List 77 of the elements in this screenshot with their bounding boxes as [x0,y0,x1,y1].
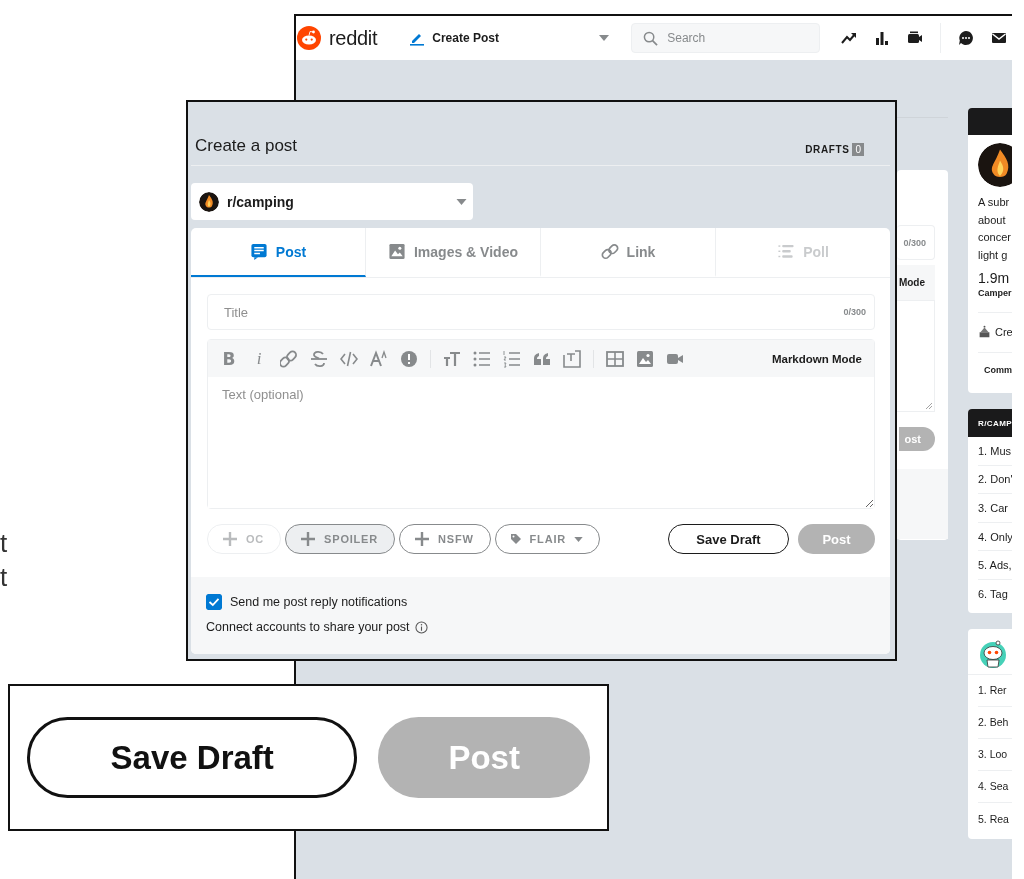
rule-item[interactable]: 2. Don' [978,465,1012,495]
link-icon [600,242,619,261]
rule-item[interactable]: 3. Loo [978,738,1012,771]
description-text: concer [978,230,1012,245]
mascot-icon [978,638,1008,669]
trending-icon[interactable] [841,30,858,46]
markdown-mode-toggle[interactable]: Mode [898,277,925,288]
caret-icon [599,35,610,41]
tag-icon [509,533,522,545]
video-icon[interactable] [907,30,924,46]
logo-text[interactable]: reddit [329,26,378,50]
link-icon[interactable] [280,349,298,368]
markdown-mode-toggle[interactable]: Markdown Mode [771,352,862,365]
mail-icon[interactable] [991,30,1008,46]
code-icon[interactable] [340,349,358,368]
checkbox-label: Send me post reply notifications [230,595,408,609]
info-icon[interactable] [414,620,428,634]
heading-icon[interactable] [443,349,461,368]
save-draft-button[interactable]: Save Draft [27,717,358,798]
campfire-icon [199,191,219,212]
member-label: Camper [978,288,1012,298]
character-counter: 0/300 [903,237,926,248]
drafts-count: 0 [852,143,864,156]
campfire-icon [978,143,1012,187]
logo-icon[interactable] [297,26,321,50]
image-icon[interactable] [636,349,654,368]
caret-icon [456,198,467,205]
rule-item[interactable]: 2. Beh [978,706,1012,739]
table-icon[interactable] [606,349,624,368]
rule-item[interactable]: 3. Car [978,494,1012,523]
rule-item[interactable]: 4. Only [978,522,1012,552]
community-options[interactable]: Comm [984,365,1012,375]
description-text: about [978,212,1007,228]
text-editor[interactable]: B i Markdown Mode Text (optional) [207,339,875,509]
caret-icon [574,536,583,542]
description-text: light g [978,247,1009,263]
rule-item[interactable]: 4. Sea [978,770,1012,803]
cake-icon [978,325,991,338]
plus-icon [414,531,430,547]
drafts-link[interactable]: DRAFTS [805,144,850,155]
article-text: t [0,527,8,559]
code-block-icon[interactable] [563,349,581,368]
checkbox[interactable] [206,594,222,610]
rule-item[interactable]: 6. Tag [978,579,1012,609]
connect-accounts-text: Connect accounts to share your post [206,620,410,634]
rule-item[interactable]: 1. Mus [978,437,1012,466]
search-input[interactable]: Search [665,30,806,46]
search-icon [643,30,659,46]
save-draft-button[interactable]: Save Draft [668,524,789,554]
rule-item[interactable]: 1. Rer [978,674,1012,707]
exclamation-icon[interactable] [400,349,418,368]
community-dropdown[interactable]: r/camping [191,183,473,220]
superscript-icon[interactable] [370,349,388,368]
search-field[interactable]: Search [631,23,821,53]
article-text: t [0,561,8,593]
list-icon [777,242,796,261]
page-title: Create a post [195,136,298,156]
title-field[interactable]: Title 0/300 [207,294,875,330]
image-icon [388,242,406,261]
created-date: Cre [995,325,1012,338]
rule-item[interactable]: 5. Rea [978,802,1012,835]
document-icon [249,242,268,261]
plus-icon [222,531,238,547]
member-count: 1.9m [978,270,1011,286]
rules-heading: R/CAMP [978,418,1012,428]
resize-handle-icon [925,402,932,409]
plus-icon [300,531,317,547]
chat-icon[interactable] [958,30,975,46]
character-counter: 0/300 [843,307,866,317]
rule-item[interactable]: 5. Ads, [978,551,1012,580]
page-selector[interactable]: Create Post [401,22,616,54]
bulleted-list-icon[interactable] [473,349,491,368]
tab[interactable]: Post [191,228,366,277]
description-text: A subr [978,195,1011,210]
numbered-list-icon[interactable] [503,349,521,368]
strikethrough-icon[interactable] [310,349,328,368]
bar-chart-icon[interactable] [874,30,891,46]
